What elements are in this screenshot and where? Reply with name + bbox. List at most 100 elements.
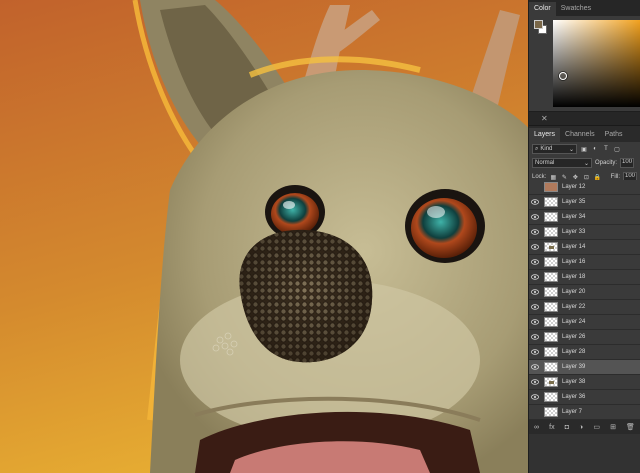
blend-opacity-row: Normal ⌄ Opacity: 100 [529, 156, 640, 170]
layer-thumbnail[interactable] [544, 272, 558, 282]
layer-filter-dropdown[interactable]: ⌕ Kind ⌄ [532, 144, 577, 154]
layer-thumbnail[interactable] [544, 347, 558, 357]
type-filter-icon[interactable]: T [602, 145, 610, 153]
layers-bottom-bar: ∞ fx ◘ ◑ ▭ ⊞ 🗑 [529, 420, 640, 434]
color-panel [529, 16, 640, 112]
folder-icon[interactable]: ▭ [593, 423, 600, 431]
layer-thumbnail[interactable] [544, 392, 558, 402]
blend-mode-dropdown[interactable]: Normal ⌄ [532, 158, 592, 168]
visibility-eye-icon[interactable] [529, 274, 541, 280]
layer-thumbnail[interactable] [544, 302, 558, 312]
layer-thumbnail[interactable] [544, 317, 558, 327]
layer-thumbnail[interactable] [544, 197, 558, 207]
visibility-eye-icon[interactable] [529, 199, 541, 205]
layer-row[interactable]: Layer 38 [529, 375, 640, 390]
layer-thumbnail[interactable] [544, 287, 558, 297]
tab-color[interactable]: Color [529, 2, 556, 16]
layer-row[interactable]: Layer 28 [529, 345, 640, 360]
layer-row[interactable]: Layer 34 [529, 210, 640, 225]
color-picker-field[interactable] [553, 20, 640, 107]
layer-row[interactable]: Layer 12 [529, 180, 640, 195]
layer-name: Layer 34 [562, 214, 586, 220]
layer-name: Layer 35 [562, 199, 586, 205]
layer-name: Layer 16 [562, 259, 586, 265]
panel-divider: ✕ [529, 112, 640, 126]
layer-row[interactable]: Layer 22 [529, 300, 640, 315]
layer-thumbnail[interactable] [544, 227, 558, 237]
layer-row[interactable]: Layer 39 [529, 360, 640, 375]
panel-empty-area [529, 434, 640, 473]
chevron-down-icon: ⌄ [583, 160, 589, 167]
visibility-eye-icon[interactable] [529, 289, 541, 295]
layer-name: Layer 26 [562, 334, 586, 340]
layer-thumbnail[interactable] [544, 242, 558, 252]
layer-thumbnail[interactable] [544, 377, 558, 387]
tab-channels[interactable]: Channels [560, 128, 600, 142]
layer-filter-row: ⌕ Kind ⌄ ▣ ◐ T ▢ [529, 142, 640, 156]
layer-thumbnail[interactable] [544, 332, 558, 342]
layer-row[interactable]: Layer 7 [529, 405, 640, 420]
adjustment-filter-icon[interactable]: ◐ [591, 145, 599, 153]
search-icon: ⌕ [535, 145, 539, 152]
photoshop-window: Color Swatches ✕ Layers Channels Paths ⌕… [0, 0, 640, 473]
layers-panel-tabs: Layers Channels Paths [529, 126, 640, 142]
image-filter-icon[interactable]: ▣ [580, 145, 588, 153]
visibility-eye-icon[interactable] [529, 349, 541, 355]
opacity-label: Opacity: [595, 160, 618, 166]
color-panel-tabs: Color Swatches [529, 0, 640, 16]
artwork [0, 0, 538, 473]
new-layer-icon[interactable]: ⊞ [610, 423, 616, 431]
foreground-color-swatch[interactable] [534, 20, 543, 29]
visibility-eye-icon[interactable] [529, 394, 541, 400]
fx-icon[interactable]: fx [549, 424, 554, 431]
layer-thumbnail[interactable] [544, 257, 558, 267]
layer-row[interactable]: Layer 20 [529, 285, 640, 300]
visibility-eye-icon[interactable] [529, 259, 541, 265]
layer-name: Layer 7 [562, 409, 583, 415]
layer-thumbnail[interactable] [544, 212, 558, 222]
visibility-eye-icon[interactable] [529, 319, 541, 325]
layer-row[interactable]: Layer 33 [529, 225, 640, 240]
layer-row[interactable]: Layer 18 [529, 270, 640, 285]
layer-row[interactable]: Layer 35 [529, 195, 640, 210]
adjustment-icon[interactable]: ◑ [579, 424, 583, 431]
mask-icon[interactable]: ◘ [565, 424, 569, 431]
tab-paths[interactable]: Paths [600, 128, 628, 142]
visibility-eye-icon[interactable] [529, 334, 541, 340]
visibility-eye-icon[interactable] [529, 379, 541, 385]
layer-name: Layer 20 [562, 289, 586, 295]
tab-layers[interactable]: Layers [529, 128, 561, 142]
visibility-eye-icon[interactable] [529, 304, 541, 310]
layer-name: Layer 33 [562, 229, 586, 235]
document-canvas[interactable] [0, 0, 538, 473]
tab-swatches[interactable]: Swatches [556, 2, 596, 16]
close-icon[interactable]: ✕ [541, 114, 548, 123]
link-icon[interactable]: ∞ [534, 424, 539, 431]
visibility-eye-icon[interactable] [529, 229, 541, 235]
layer-row[interactable]: Layer 26 [529, 330, 640, 345]
layer-name: Layer 14 [562, 244, 586, 250]
layer-name: Layer 28 [562, 349, 586, 355]
layer-name: Layer 18 [562, 274, 586, 280]
visibility-eye-icon[interactable] [529, 364, 541, 370]
chevron-down-icon: ⌄ [568, 146, 574, 153]
layer-name: Layer 36 [562, 394, 586, 400]
layer-name: Layer 22 [562, 304, 586, 310]
color-picker-cursor[interactable] [559, 72, 567, 80]
layer-name: Layer 39 [562, 364, 586, 370]
layer-row[interactable]: Layer 24 [529, 315, 640, 330]
layer-name: Layer 12 [562, 184, 586, 190]
layer-thumbnail[interactable] [544, 407, 558, 417]
visibility-eye-icon[interactable] [529, 214, 541, 220]
layer-row[interactable]: Layer 36 [529, 390, 640, 405]
trash-icon[interactable]: 🗑 [626, 423, 635, 431]
shape-filter-icon[interactable]: ▢ [613, 145, 621, 153]
layer-row[interactable]: Layer 14 [529, 240, 640, 255]
layer-thumbnail[interactable] [544, 362, 558, 372]
layer-thumbnail[interactable] [544, 182, 558, 192]
layer-row[interactable]: Layer 16 [529, 255, 640, 270]
opacity-input[interactable]: 100 [620, 158, 635, 168]
filter-kind-label: Kind [540, 146, 553, 152]
layer-name: Layer 24 [562, 319, 586, 325]
visibility-eye-icon[interactable] [529, 244, 541, 250]
